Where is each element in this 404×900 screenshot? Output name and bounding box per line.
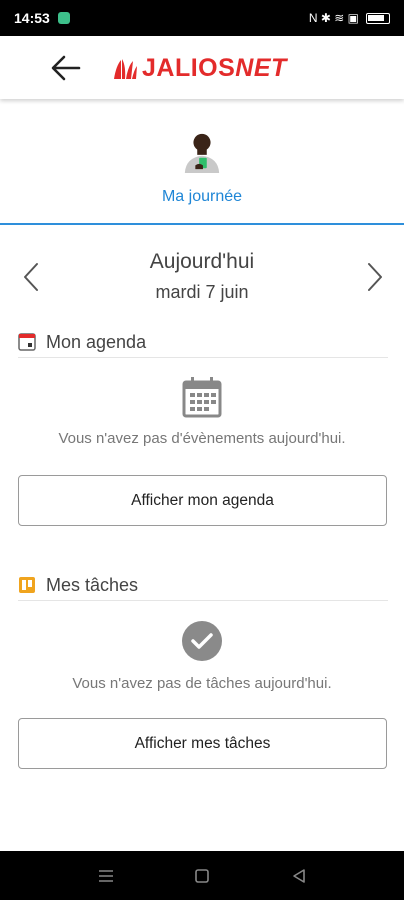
home-button[interactable] <box>193 867 211 885</box>
agenda-icon <box>18 333 36 351</box>
status-indicator-text: N ✱ ≋ ▣ <box>308 11 359 25</box>
system-navigation-bar <box>0 851 404 900</box>
agenda-section-header: Mon agenda <box>18 329 388 355</box>
tasks-section-title: Mes tâches <box>46 574 139 595</box>
user-avatar <box>184 133 220 173</box>
chevron-right-icon <box>368 263 382 291</box>
status-time: 14:53 <box>14 10 50 26</box>
date-subheading: mardi 7 juin <box>155 282 249 302</box>
profile-label: Ma journée <box>161 188 243 205</box>
square-icon <box>195 869 209 883</box>
recent-apps-button[interactable] <box>97 867 115 885</box>
arrow-left-icon <box>51 55 81 81</box>
date-heading: Aujourd'hui <box>149 250 255 273</box>
calendar-icon <box>182 377 222 418</box>
system-back-button[interactable] <box>290 867 308 885</box>
battery-icon <box>366 12 390 24</box>
jalios-logo-icon <box>114 58 137 79</box>
tasks-icon <box>19 577 35 593</box>
notification-app-icon <box>57 12 70 24</box>
status-bar: 14:53 N ✱ ≋ ▣ <box>0 0 404 36</box>
app-header: JALIOSNET <box>0 36 404 99</box>
status-indicators: N ✱ ≋ ▣ <box>309 11 390 25</box>
tasks-section-header: Mes tâches <box>18 572 388 598</box>
menu-icon <box>99 870 113 882</box>
check-circle-icon <box>182 621 222 661</box>
logo-text-net: NET <box>235 54 287 82</box>
agenda-empty-message: Vous n'avez pas d'évènements aujourd'hui… <box>58 430 346 447</box>
logo-text-main: JALIOS <box>142 54 236 82</box>
show-agenda-button[interactable]: Afficher mon agenda <box>18 475 387 526</box>
profile-underline <box>0 223 404 225</box>
agenda-divider <box>18 357 388 358</box>
agenda-section-title: Mon agenda <box>46 331 147 352</box>
tasks-empty-message: Vous n'avez pas de tâches aujourd'hui. <box>72 675 332 692</box>
back-button[interactable] <box>48 52 84 84</box>
logo-text: JALIOSNET <box>142 54 287 83</box>
tasks-divider <box>18 600 388 601</box>
show-tasks-button[interactable]: Afficher mes tâches <box>18 718 387 769</box>
jalios-logo: JALIOSNET <box>112 54 287 83</box>
next-day-button[interactable] <box>364 262 386 292</box>
triangle-back-icon <box>293 869 305 883</box>
